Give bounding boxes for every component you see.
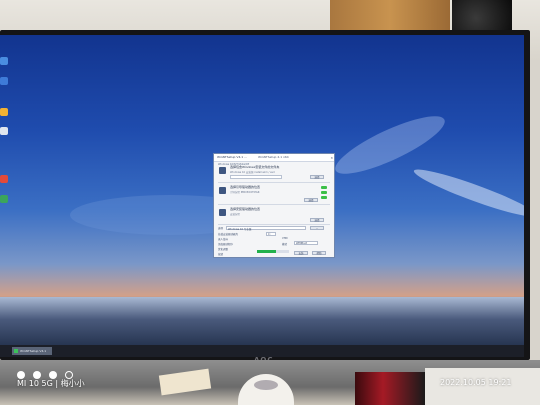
- desktop-icon[interactable]: [0, 195, 8, 203]
- desktop-icon[interactable]: [0, 77, 8, 85]
- section-title: 选择安装驱动器的位置: [230, 207, 261, 211]
- boot-select-button[interactable]: 选择: [304, 198, 318, 202]
- window-title-extra: WinNTSetup 4.1 x64: [258, 155, 289, 159]
- install-section: 选择安装驱动器的位置 安装分区 选择: [218, 206, 330, 226]
- setup-window[interactable]: WinNTSetup V4.1 ... WinNTSetup 4.1 x64 ✕…: [213, 153, 335, 258]
- edition-value: Windows 10 专业版: [228, 228, 252, 231]
- separator-text: |: [55, 379, 59, 388]
- disc-icon: [219, 167, 226, 174]
- window-title: WinNTSetup V4.1 ...: [217, 155, 248, 159]
- drive-icon: [219, 187, 226, 194]
- credit-text: 梅小小: [60, 379, 85, 388]
- cloud: [411, 163, 524, 223]
- cup-lid: [254, 380, 278, 390]
- divider: [218, 204, 330, 205]
- add-drivers-label[interactable]: 添加驱动程序: [218, 242, 233, 246]
- source-path-input[interactable]: [230, 175, 282, 179]
- install-select-button[interactable]: 选择: [310, 218, 324, 222]
- window-titlebar[interactable]: WinNTSetup V4.1 ... WinNTSetup 4.1 x64 ✕: [214, 154, 334, 162]
- section-title: 选择引导驱动器的位置: [230, 185, 261, 189]
- status-text: 就绪: [218, 253, 224, 256]
- vhd-label[interactable]: VHD: [282, 237, 288, 240]
- mount-value: C:: [268, 233, 271, 236]
- progress-bar: [257, 250, 289, 253]
- desktop-icon[interactable]: [0, 57, 8, 65]
- mount-label: 挂载安装驱动器为: [218, 233, 239, 236]
- date-text: 2022.10.05: [440, 378, 486, 387]
- section-desc: 引导分区 PBR BOOTMGR: [230, 191, 260, 194]
- progress-fill: [257, 250, 277, 253]
- time-text: 19:21: [488, 378, 512, 387]
- desktop-icon[interactable]: [0, 175, 8, 183]
- desktop-icon[interactable]: [0, 108, 8, 116]
- red-device: [355, 372, 425, 405]
- brand-text: MI 10 5G: [17, 379, 53, 388]
- setup-button[interactable]: 安装: [294, 251, 308, 255]
- taskbar-app-button[interactable]: WinNTSetup V4.1: [12, 347, 52, 355]
- section-desc: 安装分区: [230, 213, 241, 216]
- taskbar-app-label: WinNTSetup V4.1: [20, 349, 47, 353]
- source-select-button[interactable]: 选择: [310, 175, 324, 179]
- edition-button[interactable]: …: [310, 226, 324, 230]
- mode-label: 模式: [282, 243, 288, 246]
- status-badge: [321, 196, 327, 199]
- edition-label: 选项: [218, 227, 224, 230]
- divider: [218, 224, 330, 225]
- tweaks-label[interactable]: 优化调整: [218, 247, 228, 251]
- watermark-datetime: 2022.10.05 19:21: [440, 378, 511, 387]
- status-badge: [321, 191, 327, 194]
- section-desc: Windows 10 安装源 install.wim / esd: [230, 171, 275, 174]
- source-section: 选择包含Windows安装文件的文件夹 Windows 10 安装源 insta…: [218, 164, 330, 184]
- close-icon[interactable]: ✕: [330, 155, 333, 162]
- edition-select[interactable]: Windows 10 专业版: [226, 226, 306, 231]
- section-title: 选择包含Windows安装文件的文件夹: [230, 165, 280, 169]
- desktop-icon[interactable]: [0, 127, 8, 135]
- unattend-label[interactable]: 无人值守: [218, 237, 228, 241]
- watermark-brand: MI 10 5G | 梅小小: [17, 378, 85, 389]
- boot-section: 选择引导驱动器的位置 引导分区 PBR BOOTMGR 选择: [218, 184, 330, 204]
- app-icon: [14, 349, 18, 353]
- help-button[interactable]: 帮助: [312, 251, 326, 255]
- status-badge: [321, 186, 327, 189]
- mount-select[interactable]: C:: [266, 232, 276, 236]
- mode-value: WIMBoot: [296, 242, 308, 245]
- drive-icon: [219, 209, 226, 216]
- divider: [218, 182, 330, 183]
- mode-select[interactable]: WIMBoot: [294, 241, 318, 245]
